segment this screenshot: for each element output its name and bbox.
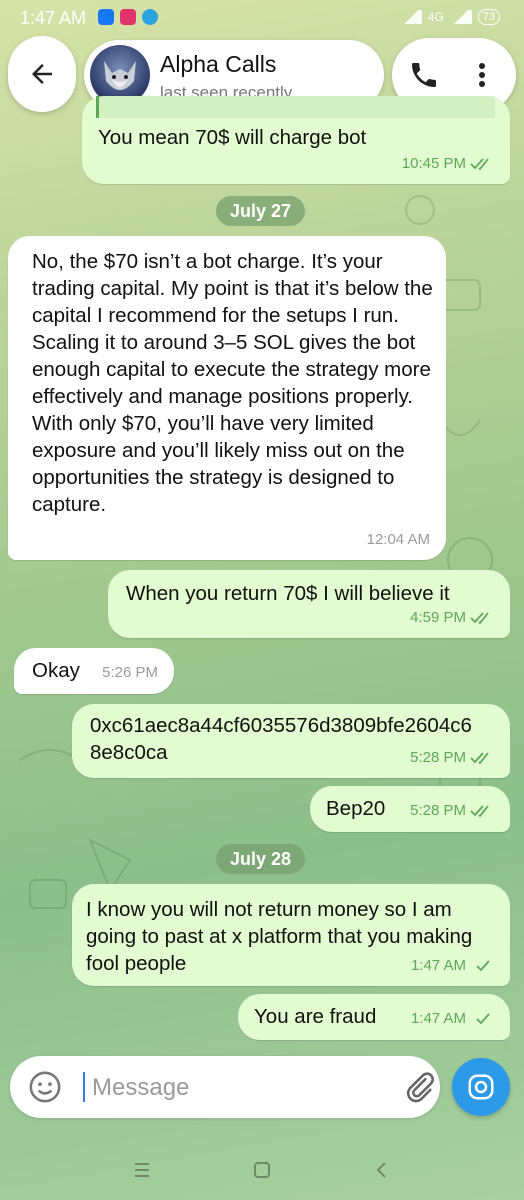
message-meta: 5:28 PM [410, 797, 494, 824]
message-time: 4:59 PM [410, 609, 466, 626]
notification-icons [98, 9, 158, 25]
message-bubble-outgoing[interactable]: You mean 70$ will charge bot 10:45 PM [82, 96, 510, 184]
date-separator: July 27 [216, 196, 306, 226]
message-bubble-outgoing[interactable]: Bep20 5:28 PM [310, 786, 510, 832]
camera-button[interactable] [452, 1058, 510, 1116]
instagram-icon [120, 9, 136, 25]
message-bubble-incoming[interactable]: Okay 5:26 PM [14, 648, 174, 694]
paperclip-icon[interactable] [402, 1070, 436, 1104]
message-time: 1:47 AM [410, 957, 466, 974]
chat-title: Alpha Calls [160, 51, 277, 77]
signal-icon-2 [449, 10, 472, 24]
message-meta: 10:45 PM [402, 150, 494, 177]
phone-icon[interactable] [408, 59, 440, 91]
message-meta: 4:59 PM [410, 604, 494, 631]
system-nav-bar [0, 1140, 524, 1200]
message-time: 5:28 PM [410, 802, 466, 819]
telegram-icon [142, 9, 158, 25]
battery-icon: 73 [477, 9, 500, 25]
message-bubble-outgoing[interactable]: I know you will not return money so I am… [72, 884, 510, 986]
double-check-icon [470, 611, 489, 624]
double-check-icon [470, 751, 489, 764]
message-time: 10:45 PM [401, 155, 466, 172]
facebook-icon [98, 9, 114, 25]
message-time: 12:04 AM [366, 531, 430, 548]
message-bubble-outgoing[interactable]: 0xc61aec8a44cf6035576d3809bfe2604c68e8c0… [72, 704, 510, 778]
double-check-icon [470, 157, 489, 170]
message-composer [10, 1056, 440, 1118]
message-time: 5:26 PM [102, 664, 158, 681]
more-vertical-icon[interactable] [470, 59, 494, 91]
message-text: No, the $70 isn’t a bot charge. It’s you… [32, 250, 433, 516]
arrow-left-icon [32, 64, 52, 84]
message-bubble-incoming[interactable]: No, the $70 isn’t a bot charge. It’s you… [8, 236, 446, 560]
battery-level: 73 [482, 11, 495, 23]
message-text: Okay [32, 659, 80, 682]
message-bubble-outgoing[interactable]: When you return 70$ I will believe it 4:… [108, 570, 510, 638]
message-bubble-outgoing[interactable]: You are fraud 1:47 AM [238, 994, 510, 1040]
text-caret [83, 1072, 85, 1102]
message-meta: 1:47 AM [411, 952, 494, 979]
status-time: 1:47 AM [20, 8, 87, 28]
reply-quote [96, 96, 495, 118]
message-meta: 5:26 PM [102, 659, 158, 686]
date-separator: July 28 [216, 844, 306, 874]
nav-back-icon[interactable] [370, 1158, 394, 1182]
message-meta: 5:28 PM [410, 744, 494, 771]
recents-icon[interactable] [130, 1158, 154, 1182]
status-bar: 1:47 AM 4G 73 [0, 0, 524, 34]
home-icon[interactable] [250, 1158, 274, 1182]
double-check-icon [470, 804, 489, 817]
status-right: 4G 73 [399, 9, 500, 25]
message-time: 5:28 PM [410, 749, 466, 766]
signal-icon [399, 10, 422, 24]
message-time: 1:47 AM [410, 1010, 466, 1027]
single-check-icon [476, 1012, 490, 1024]
message-text: When you return 70$ I will believe it [126, 582, 450, 605]
single-check-icon [476, 959, 490, 971]
camera-icon [468, 1074, 494, 1100]
network-label: 4G [427, 10, 444, 24]
message-text: You are fraud [254, 1005, 377, 1028]
emoji-icon[interactable] [28, 1070, 62, 1104]
message-text: You mean 70$ will charge bot [98, 126, 367, 149]
message-meta: 12:04 AM [367, 526, 430, 553]
message-text: Bep20 [326, 797, 386, 820]
back-button[interactable] [8, 36, 76, 112]
message-input[interactable] [90, 1068, 374, 1108]
message-meta: 1:47 AM [411, 1005, 494, 1032]
